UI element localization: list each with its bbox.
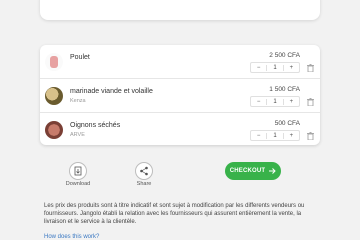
increment-button[interactable]: + — [284, 65, 299, 71]
download-icon — [74, 166, 82, 176]
trash-icon[interactable] — [307, 98, 314, 106]
cart-page: Poulet 2 500 CFA − 1 + marinade viande e… — [0, 0, 360, 240]
quantity-value[interactable]: 1 — [266, 64, 284, 71]
share-icon — [140, 166, 148, 176]
increment-button[interactable]: + — [284, 99, 299, 105]
share-label: Share — [136, 181, 152, 187]
product-vendor: ARVE — [70, 132, 85, 138]
cart-item-poulet: Poulet 2 500 CFA − 1 + — [40, 45, 320, 79]
quantity-stepper: − 1 + — [250, 130, 300, 141]
decrement-button[interactable]: − — [251, 99, 266, 105]
product-name[interactable]: Oignons séchés — [70, 122, 120, 129]
decrement-button[interactable]: − — [251, 65, 266, 71]
cart-item-oignons: Oignons séchés ARVE 500 CFA − 1 + — [40, 113, 320, 146]
quantity-stepper: − 1 + — [250, 62, 300, 73]
quantity-stepper: − 1 + — [250, 96, 300, 107]
top-card — [40, 0, 320, 20]
trash-icon[interactable] — [307, 64, 314, 72]
decrement-button[interactable]: − — [251, 133, 266, 139]
chicken-image — [50, 56, 58, 68]
cart-items-card: Poulet 2 500 CFA − 1 + marinade viande e… — [40, 45, 320, 145]
product-name[interactable]: Poulet — [70, 54, 90, 61]
checkout-label: CHECKOUT — [229, 168, 266, 174]
product-price: 2 500 CFA — [269, 52, 300, 59]
product-thumbnail[interactable] — [45, 121, 63, 139]
quantity-value[interactable]: 1 — [266, 98, 284, 105]
increment-button[interactable]: + — [284, 133, 299, 139]
product-thumbnail[interactable] — [45, 53, 63, 71]
product-price: 1 500 CFA — [269, 86, 300, 93]
trash-icon[interactable] — [307, 132, 314, 140]
product-price: 500 CFA — [274, 120, 300, 127]
arrow-right-icon — [269, 168, 277, 174]
product-name[interactable]: marinade viande et volaille — [70, 88, 153, 95]
share-button[interactable] — [135, 162, 153, 180]
price-disclaimer: Les prix des produits sont à titre indic… — [44, 203, 305, 225]
download-label: Download — [65, 181, 91, 187]
quantity-value[interactable]: 1 — [266, 132, 284, 139]
product-vendor: Kenza — [70, 98, 86, 104]
checkout-button[interactable]: CHECKOUT — [225, 162, 281, 180]
product-thumbnail[interactable] — [45, 87, 63, 105]
cart-item-marinade: marinade viande et volaille Kenza 1 500 … — [40, 79, 320, 113]
download-button[interactable] — [69, 162, 87, 180]
how-it-works-link[interactable]: How does this work? — [44, 234, 99, 240]
